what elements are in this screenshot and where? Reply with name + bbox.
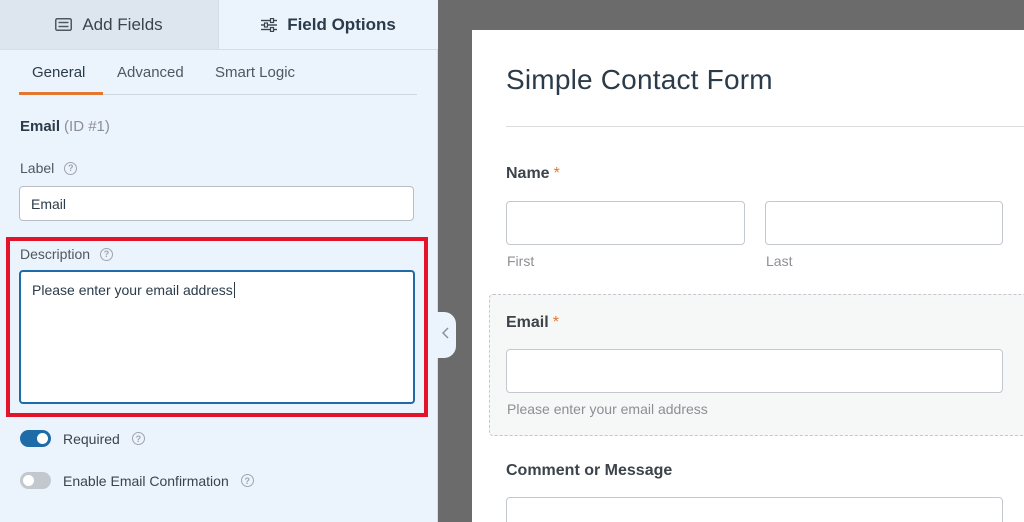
name-field-label-text: Name — [506, 165, 550, 182]
required-asterisk: * — [553, 165, 560, 182]
required-toggle[interactable] — [20, 430, 51, 447]
comment-field-label: Comment or Message — [506, 462, 673, 479]
description-textarea[interactable]: Please enter your email address — [19, 270, 415, 404]
subtab-smart-logic[interactable]: Smart Logic — [215, 64, 295, 81]
field-heading: Email (ID #1) — [20, 118, 110, 135]
sliders-icon — [261, 17, 278, 32]
tab-field-options[interactable]: Field Options — [219, 0, 438, 49]
help-icon[interactable]: ? — [100, 247, 114, 261]
field-name: Email — [20, 118, 61, 135]
required-toggle-label: Required — [63, 430, 120, 447]
email-field-label-text: Email — [506, 314, 549, 331]
active-subtab-indicator — [19, 92, 103, 95]
email-description: Please enter your email address — [507, 401, 708, 417]
tab-add-fields[interactable]: Add Fields — [0, 0, 219, 49]
email-confirmation-toggle-label: Enable Email Confirmation — [63, 472, 229, 489]
required-asterisk: * — [552, 314, 559, 331]
email-input[interactable] — [506, 349, 1003, 393]
list-icon — [55, 18, 73, 31]
collapse-panel-button[interactable] — [434, 312, 456, 358]
chevron-left-icon — [441, 326, 449, 344]
form-title: Simple Contact Form — [506, 64, 773, 95]
first-name-sublabel: First — [507, 253, 535, 269]
last-name-sublabel: Last — [766, 253, 793, 269]
form-preview: Simple Contact Form Name * First Last Ema… — [472, 30, 1024, 522]
subtab-general[interactable]: General — [32, 64, 85, 81]
tab-add-fields-label: Add Fields — [82, 14, 163, 34]
first-name-input[interactable] — [506, 201, 745, 245]
required-toggle-row: Required ? — [20, 430, 145, 447]
email-confirmation-toggle[interactable] — [20, 472, 51, 489]
tab-field-options-label: Field Options — [287, 14, 396, 34]
field-options-subtabs: General Advanced Smart Logic — [19, 52, 417, 95]
description-field-label: Description ? — [20, 246, 114, 262]
description-field-label-text: Description — [20, 246, 91, 262]
email-confirmation-toggle-row: Enable Email Confirmation ? — [20, 472, 254, 489]
help-icon[interactable]: ? — [240, 474, 254, 487]
help-icon[interactable]: ? — [64, 161, 78, 175]
last-name-input[interactable] — [765, 201, 1003, 245]
name-field-label: Name * — [506, 165, 560, 183]
field-id: (ID #1) — [64, 118, 110, 135]
panel-top-tabs: Add Fields Field Options — [0, 0, 438, 50]
description-text: Please enter your email address — [32, 282, 233, 298]
form-title-divider — [506, 126, 1024, 127]
label-input[interactable]: Email — [19, 186, 414, 221]
subtab-advanced[interactable]: Advanced — [117, 64, 184, 81]
text-cursor — [233, 282, 235, 298]
label-field-label-text: Label — [20, 160, 55, 176]
help-icon[interactable]: ? — [131, 432, 145, 445]
label-field-label: Label ? — [20, 160, 78, 176]
email-field-label: Email * — [506, 314, 559, 332]
field-options-panel: Add Fields Field Options General Advance… — [0, 0, 438, 522]
comment-textarea[interactable] — [506, 497, 1003, 522]
